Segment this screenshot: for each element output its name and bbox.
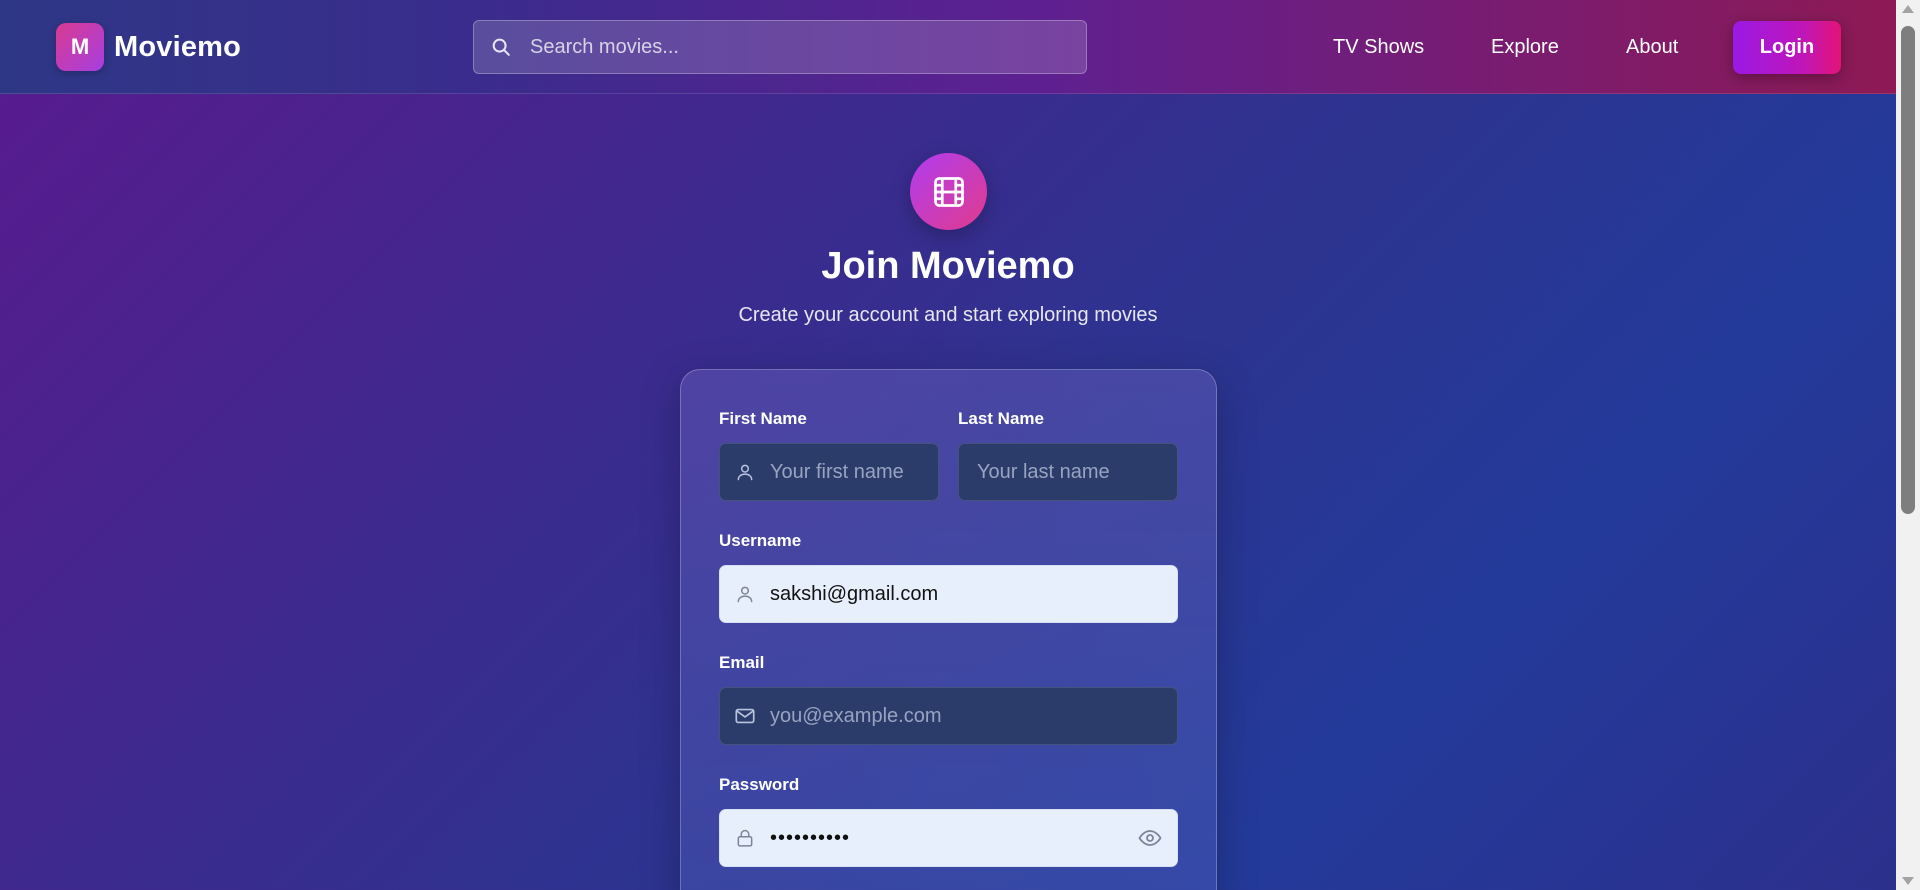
password-input[interactable] — [768, 825, 1137, 851]
top-navbar: M Moviemo TV Shows Explore About Login — [0, 0, 1896, 94]
search-input[interactable] — [528, 34, 1072, 60]
brand-name: Moviemo — [114, 30, 242, 63]
eye-icon[interactable] — [1137, 825, 1163, 851]
search-icon — [488, 34, 514, 60]
user-icon — [734, 583, 756, 605]
email-input[interactable] — [768, 703, 1177, 729]
page-scrollbar[interactable] — [1896, 0, 1920, 890]
first-name-field[interactable] — [719, 443, 939, 501]
first-name-input[interactable] — [768, 459, 938, 485]
signup-card: First Name Last Name Username Email — [680, 369, 1217, 890]
nav-link-explore[interactable]: Explore — [1491, 36, 1559, 59]
nav-item-explore[interactable]: Explore — [1491, 0, 1559, 94]
scroll-down-arrow-icon[interactable] — [1896, 872, 1920, 890]
user-icon — [734, 461, 756, 483]
last-name-field[interactable] — [958, 443, 1178, 501]
logo-badge: M — [56, 23, 104, 71]
nav-link-tv-shows[interactable]: TV Shows — [1333, 36, 1424, 59]
mail-icon — [734, 705, 756, 727]
nav-item-about[interactable]: About — [1626, 0, 1678, 94]
password-field[interactable] — [719, 809, 1178, 867]
email-label: Email — [719, 653, 765, 672]
brand-logo[interactable]: M Moviemo — [56, 23, 241, 71]
scrollbar-thumb[interactable] — [1901, 26, 1915, 514]
email-field[interactable] — [719, 687, 1178, 745]
username-input[interactable] — [768, 581, 1177, 607]
nav-link-about[interactable]: About — [1626, 36, 1678, 59]
search-bar — [473, 20, 1087, 74]
username-label: Username — [719, 531, 802, 550]
scroll-up-arrow-icon[interactable] — [1896, 0, 1920, 18]
password-label: Password — [719, 775, 800, 794]
nav-item-tv-shows[interactable]: TV Shows — [1333, 0, 1424, 94]
lock-icon — [734, 827, 756, 849]
page-subtitle: Create your account and start exploring … — [738, 304, 1158, 326]
last-name-input[interactable] — [975, 459, 1177, 485]
film-icon — [910, 153, 987, 230]
first-name-label: First Name — [719, 409, 807, 428]
login-button[interactable]: Login — [1733, 21, 1841, 74]
page-title: Join Moviemo — [821, 245, 1075, 287]
username-field[interactable] — [719, 565, 1178, 623]
last-name-label: Last Name — [958, 409, 1044, 428]
